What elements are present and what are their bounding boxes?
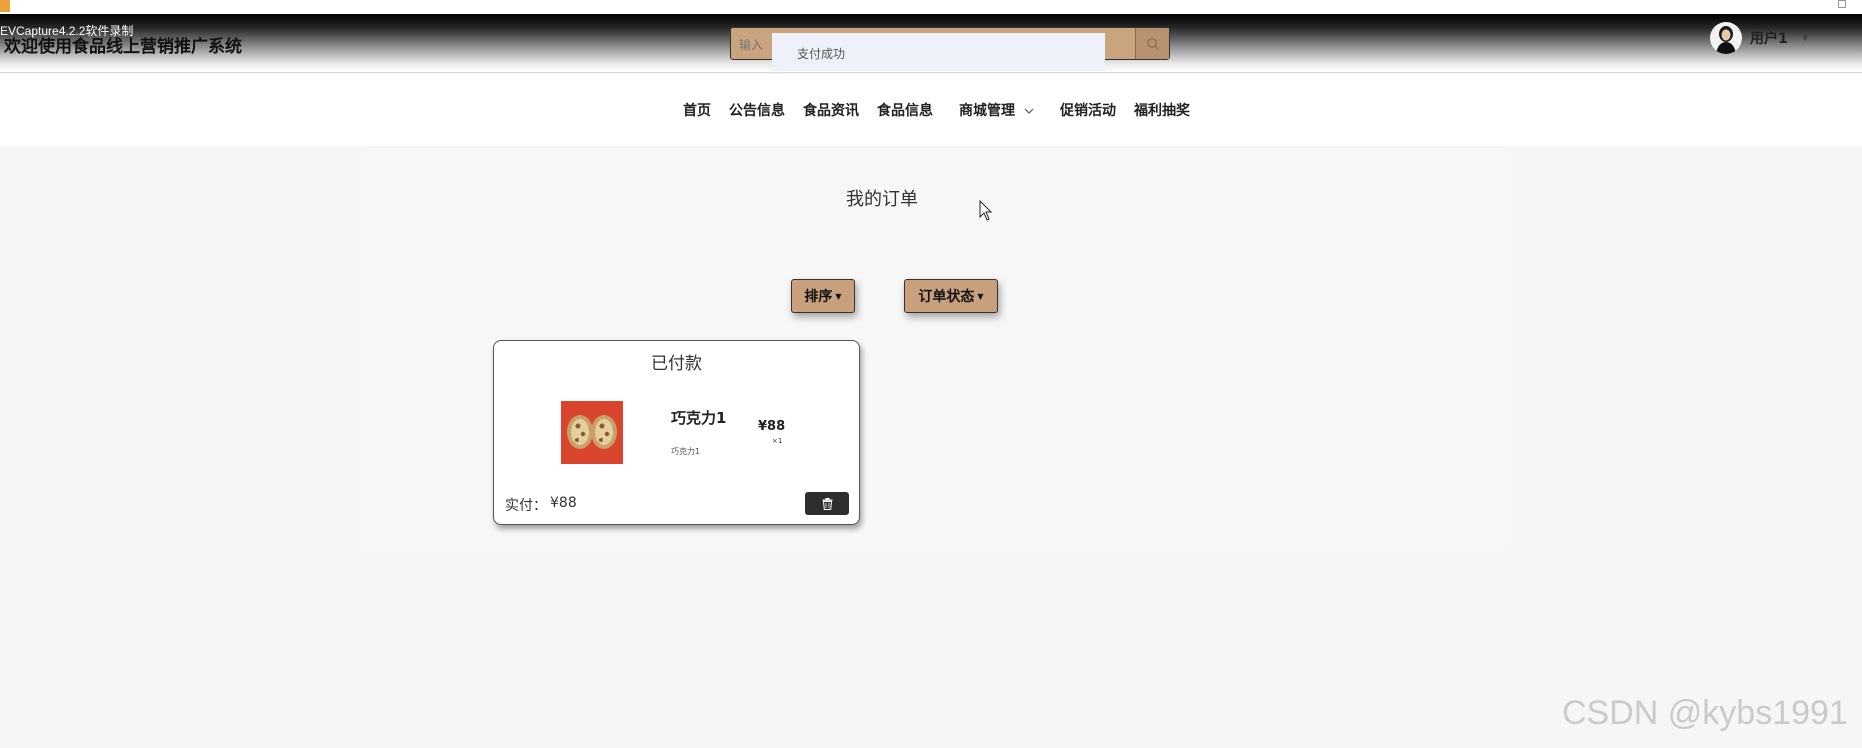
nav-item-mall-label: 商城管理 [959, 103, 1015, 119]
site-title: 欢迎使用食品线上营销推广系统 [4, 37, 242, 57]
avatar [1710, 22, 1742, 54]
paid-amount: ¥88 [550, 495, 577, 511]
user-menu[interactable]: 用户1 ▼ [1710, 22, 1809, 54]
nav-item-home[interactable]: 首页 [683, 100, 711, 120]
product-price: ¥88 [758, 419, 786, 434]
nav-item-food-info[interactable]: 食品信息 [877, 100, 933, 120]
order-status-label: 订单状态 [918, 289, 975, 305]
order-status: 已付款 [651, 354, 702, 374]
nav-item-promotions[interactable]: 促销活动 [1060, 100, 1116, 120]
order-card: 已付款 巧克力1 巧克力1 ¥88 ×1 实付： ¥88 [493, 340, 860, 525]
search-button[interactable] [1135, 28, 1169, 59]
user-name: 用户1 [1750, 31, 1788, 47]
trash-icon [822, 497, 832, 510]
nav-item-lottery[interactable]: 福利抽奖 [1134, 100, 1190, 120]
caret-down-icon: ▼ [977, 291, 984, 301]
order-status-dropdown-button[interactable]: 订单状态 ▼ [904, 279, 998, 313]
caret-down-icon: ▼ [835, 291, 842, 301]
delete-order-button[interactable] [805, 492, 849, 515]
main-nav: 首页 公告信息 食品资讯 食品信息 商城管理 促销活动 福利抽奖 [0, 74, 1862, 146]
paid-label: 实付： [505, 498, 547, 514]
product-quantity: ×1 [772, 437, 783, 445]
nav-item-announcements[interactable]: 公告信息 [729, 100, 785, 120]
sort-label: 排序 [804, 289, 833, 305]
page-title: 我的订单 [846, 189, 918, 210]
toast-message: 支付成功 [772, 33, 1105, 71]
sort-dropdown-button[interactable]: 排序 ▼ [791, 279, 855, 313]
nav-item-food-news[interactable]: 食品资讯 [803, 100, 859, 120]
mouse-cursor-icon [979, 200, 993, 221]
window-maximize-button[interactable] [1838, 0, 1846, 8]
watermark: CSDN @kybs1991 [1562, 694, 1848, 732]
chevron-down-icon: ▼ [1801, 33, 1809, 43]
product-name: 巧克力1 [671, 409, 727, 427]
product-image[interactable] [561, 401, 623, 464]
window-title-strip [0, 0, 1862, 14]
chevron-down-icon [1024, 108, 1034, 114]
app-icon [0, 0, 10, 12]
product-subtitle: 巧克力1 [671, 447, 701, 456]
nav-item-mall-management[interactable]: 商城管理 [959, 100, 1034, 120]
search-icon [1146, 37, 1159, 50]
